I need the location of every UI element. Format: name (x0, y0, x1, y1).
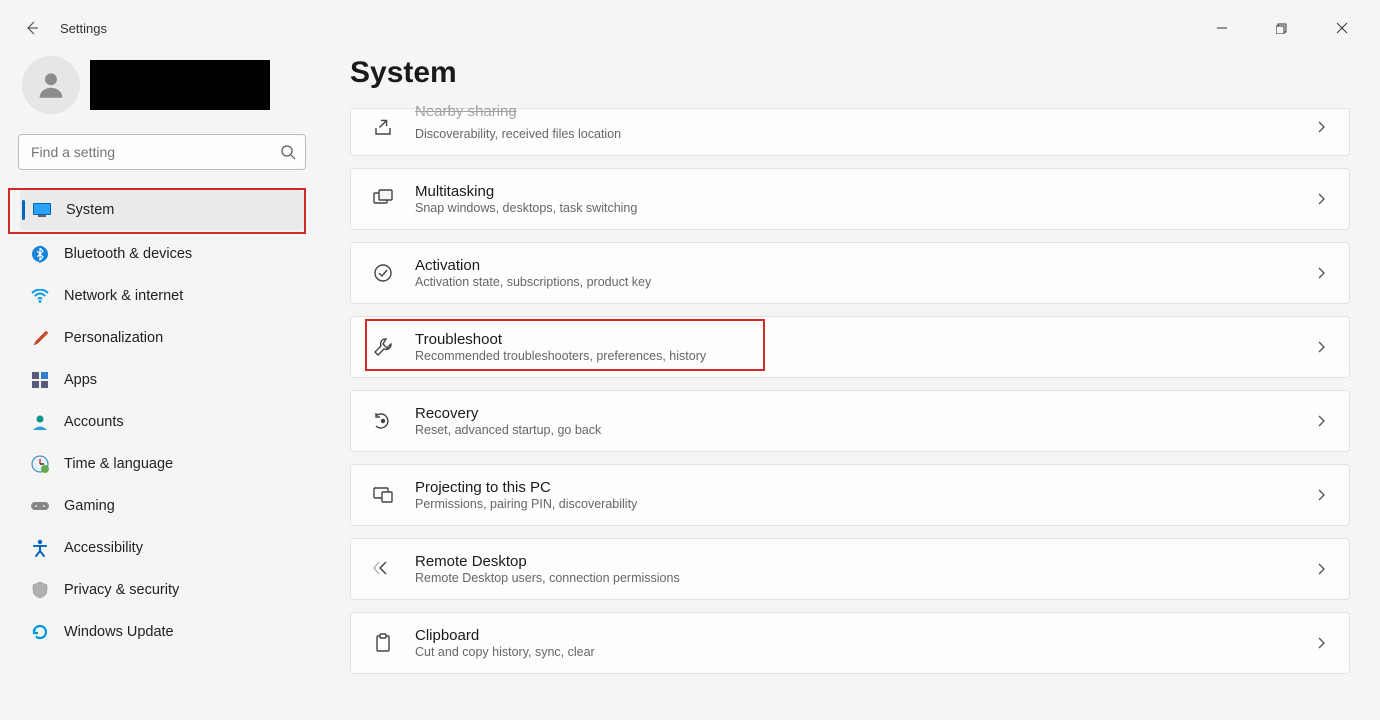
card-troubleshoot[interactable]: Troubleshoot Recommended troubleshooters… (350, 316, 1350, 378)
system-icon (32, 200, 52, 220)
main-content: System Nearby sharing Discoverability, r… (320, 38, 1380, 718)
card-sub: Reset, advanced startup, go back (415, 423, 1293, 437)
chevron-right-icon (1313, 191, 1329, 207)
gaming-icon (30, 496, 50, 516)
update-icon (30, 622, 50, 642)
share-icon (371, 115, 395, 139)
back-button[interactable] (22, 18, 42, 38)
sidebar-item-label: Privacy & security (64, 582, 179, 598)
clock-icon (30, 454, 50, 474)
user-name-redacted (90, 60, 270, 110)
card-title: Remote Desktop (415, 553, 1293, 570)
recovery-icon (371, 409, 395, 433)
sidebar-item-bluetooth[interactable]: Bluetooth & devices (18, 234, 306, 274)
card-activation[interactable]: Activation Activation state, subscriptio… (350, 242, 1350, 304)
chevron-right-icon (1313, 635, 1329, 651)
sidebar-item-privacy[interactable]: Privacy & security (18, 570, 306, 610)
apps-icon (30, 370, 50, 390)
card-clipboard[interactable]: Clipboard Cut and copy history, sync, cl… (350, 612, 1350, 674)
sidebar-item-label: Accounts (64, 414, 124, 430)
sidebar-item-label: Personalization (64, 330, 163, 346)
wrench-icon (371, 335, 395, 359)
sidebar-item-time-language[interactable]: Time & language (18, 444, 306, 484)
accessibility-icon (30, 538, 50, 558)
settings-cards: Nearby sharing Discoverability, received… (350, 108, 1350, 674)
sidebar-item-label: Apps (64, 372, 97, 388)
search-icon (280, 144, 296, 160)
card-sub: Discoverability, received files location (415, 127, 1293, 141)
card-recovery[interactable]: Recovery Reset, advanced startup, go bac… (350, 390, 1350, 452)
card-projecting[interactable]: Projecting to this PC Permissions, pairi… (350, 464, 1350, 526)
sidebar-item-label: Windows Update (64, 624, 174, 640)
sidebar-item-windows-update[interactable]: Windows Update (18, 612, 306, 652)
card-nearby-sharing[interactable]: Nearby sharing Discoverability, received… (350, 108, 1350, 156)
chevron-right-icon (1313, 339, 1329, 355)
sidebar-item-personalization[interactable]: Personalization (18, 318, 306, 358)
card-sub: Permissions, pairing PIN, discoverabilit… (415, 497, 1293, 511)
card-remote-desktop[interactable]: Remote Desktop Remote Desktop users, con… (350, 538, 1350, 600)
sidebar-item-accounts[interactable]: Accounts (18, 402, 306, 442)
brush-icon (30, 328, 50, 348)
shield-icon (30, 580, 50, 600)
nav-list: System Bluetooth & devices Network & int… (18, 188, 320, 654)
clipboard-icon (371, 631, 395, 655)
chevron-right-icon (1313, 561, 1329, 577)
sidebar-item-apps[interactable]: Apps (18, 360, 306, 400)
chevron-right-icon (1313, 119, 1329, 135)
card-title: Activation (415, 257, 1293, 274)
sidebar-item-system[interactable]: System (20, 190, 304, 230)
card-sub: Snap windows, desktops, task switching (415, 201, 1293, 215)
card-title: Projecting to this PC (415, 479, 1293, 496)
sidebar-item-label: System (66, 202, 114, 218)
card-sub: Remote Desktop users, connection permiss… (415, 571, 1293, 585)
chevron-right-icon (1313, 265, 1329, 281)
page-title: System (350, 56, 1350, 90)
sidebar-item-label: Network & internet (64, 288, 183, 304)
card-sub: Recommended troubleshooters, preferences… (415, 349, 1293, 363)
chevron-right-icon (1313, 413, 1329, 429)
sidebar-item-accessibility[interactable]: Accessibility (18, 528, 306, 568)
projecting-icon (371, 483, 395, 507)
wifi-icon (30, 286, 50, 306)
chevron-right-icon (1313, 487, 1329, 503)
highlight-system: System (8, 188, 306, 234)
accounts-icon (30, 412, 50, 432)
sidebar-item-network[interactable]: Network & internet (18, 276, 306, 316)
app-title: Settings (60, 21, 107, 36)
card-sub: Activation state, subscriptions, product… (415, 275, 1293, 289)
window-controls (1204, 0, 1380, 42)
sidebar-item-label: Bluetooth & devices (64, 246, 192, 262)
sidebar-item-label: Gaming (64, 498, 115, 514)
card-sub: Cut and copy history, sync, clear (415, 645, 1293, 659)
avatar (22, 56, 80, 114)
card-title: Troubleshoot (415, 331, 1293, 348)
card-title: Recovery (415, 405, 1293, 422)
card-title: Multitasking (415, 183, 1293, 200)
remote-desktop-icon (371, 557, 395, 581)
bluetooth-icon (30, 244, 50, 264)
search-field[interactable] (18, 134, 306, 170)
check-circle-icon (371, 261, 395, 285)
sidebar: System Bluetooth & devices Network & int… (0, 38, 320, 718)
multitasking-icon (371, 187, 395, 211)
card-title: Nearby sharing (415, 103, 1293, 120)
search-input[interactable] (18, 134, 306, 170)
card-title: Clipboard (415, 627, 1293, 644)
card-multitasking[interactable]: Multitasking Snap windows, desktops, tas… (350, 168, 1350, 230)
sidebar-item-label: Accessibility (64, 540, 143, 556)
user-block[interactable] (18, 56, 320, 114)
title-bar: Settings (0, 0, 1380, 38)
sidebar-item-gaming[interactable]: Gaming (18, 486, 306, 526)
sidebar-item-label: Time & language (64, 456, 173, 472)
